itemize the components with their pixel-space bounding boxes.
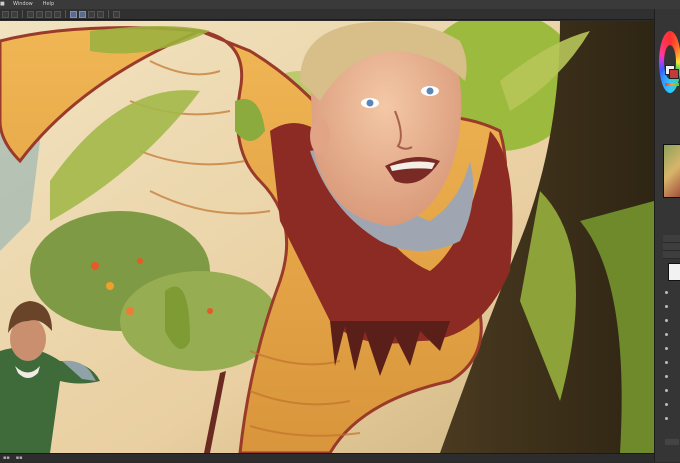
command-toolbar — [0, 9, 680, 20]
layer-row[interactable] — [663, 243, 680, 251]
drawing-canvas[interactable] — [0, 21, 654, 453]
brush-icon[interactable] — [54, 10, 61, 18]
layer-row[interactable] — [663, 235, 680, 243]
snap-icon[interactable] — [97, 10, 104, 18]
menu-help[interactable]: Help — [38, 0, 59, 9]
eye-icon[interactable] — [665, 361, 668, 364]
flower — [106, 282, 114, 290]
painting — [0, 21, 654, 453]
layer-footer-button[interactable] — [665, 439, 679, 445]
eye-icon[interactable] — [665, 333, 668, 336]
rotation-controls-icon[interactable]: ▪▪ — [16, 454, 23, 462]
toolbar-divider — [108, 10, 109, 18]
eye-icon[interactable] — [665, 305, 668, 308]
menu-window[interactable]: Window — [8, 0, 38, 9]
transform-icon[interactable] — [36, 10, 43, 18]
eye-icon[interactable] — [665, 347, 668, 350]
flower — [126, 307, 134, 315]
eye-icon[interactable] — [665, 417, 668, 420]
flower — [207, 308, 213, 314]
toolbar-divider — [65, 10, 66, 18]
flower — [91, 262, 99, 270]
layer-thumbnail[interactable] — [668, 263, 680, 281]
eye-icon[interactable] — [665, 319, 668, 322]
left-iris — [366, 99, 374, 107]
navigator-thumbnail[interactable] — [663, 144, 680, 198]
menu-bar: ■ Window Help — [0, 0, 680, 9]
right-panel — [654, 9, 680, 462]
clear-icon[interactable] — [27, 10, 34, 18]
zoom-controls-icon[interactable]: ▪▪ — [3, 454, 10, 462]
ear — [310, 118, 330, 154]
lasso-icon[interactable] — [88, 10, 95, 18]
sub-color-swatch[interactable] — [669, 69, 679, 79]
undo-icon[interactable] — [2, 10, 9, 18]
eye-icon[interactable] — [665, 375, 668, 378]
layer-row[interactable] — [663, 251, 680, 259]
eraser-icon[interactable] — [70, 10, 77, 18]
flower — [137, 258, 143, 264]
status-bar: ▪▪ ▪▪ — [0, 453, 654, 462]
ruler-icon[interactable] — [113, 10, 120, 18]
eye-icon[interactable] — [665, 403, 668, 406]
fill-icon[interactable] — [45, 10, 52, 18]
redo-icon[interactable] — [11, 10, 18, 18]
right-iris — [426, 87, 434, 95]
selection-icon[interactable] — [79, 10, 86, 18]
app-icon[interactable]: ■ — [0, 0, 8, 9]
eye-icon[interactable] — [665, 389, 668, 392]
eye-icon[interactable] — [665, 291, 668, 294]
toolbar-divider — [22, 10, 23, 18]
color-slider[interactable] — [665, 83, 679, 86]
